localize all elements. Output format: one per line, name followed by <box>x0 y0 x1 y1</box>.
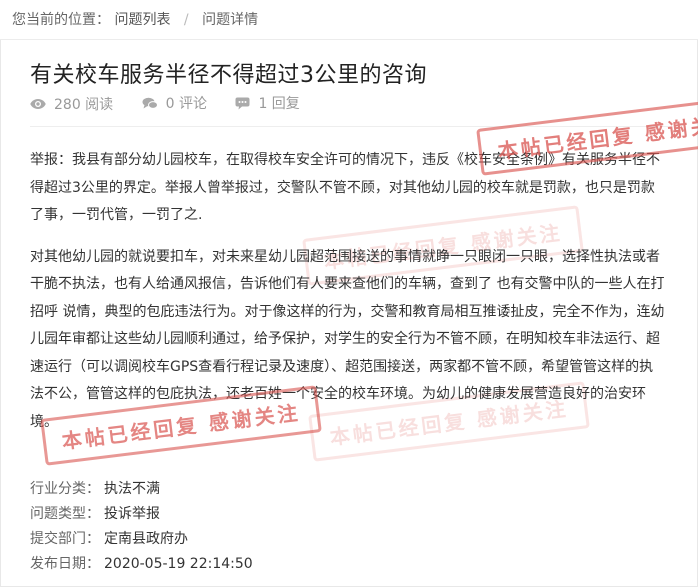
meta-label: 发布日期： <box>30 556 100 572</box>
meta-department: 提交部门： 定南县政府办 <box>30 527 253 552</box>
question-content: 举报：我县有部分幼儿园校车，在取得校车安全许可的情况下，违反《校车安全条例》有关… <box>30 147 666 436</box>
content-paragraph: 对其他幼儿园的就说要扣车，对未来星幼儿园超范围接送的事情就睁一只眼闭一只眼，选择… <box>30 248 665 430</box>
views-stat: 280 阅读 <box>30 94 113 114</box>
meta-industry: 行业分类： 执法不满 <box>30 477 253 502</box>
meta-date: 发布日期： 2020-05-19 22:14:50 <box>30 552 253 577</box>
breadcrumb-current-page: 问题详情 <box>202 12 259 28</box>
meta-label: 问题类型： <box>30 506 100 522</box>
views-count: 280 阅读 <box>54 96 114 113</box>
page-title: 有关校车服务半径不得超过3公里的咨询 <box>30 63 427 88</box>
comment-icon <box>142 97 158 109</box>
question-meta: 行业分类： 执法不满 问题类型： 投诉举报 提交部门： 定南县政府办 发布日期： 202… <box>30 477 253 577</box>
replies-stat[interactable]: 1 回复 <box>235 93 300 113</box>
meta-value: 2020-05-19 22:14:50 <box>104 556 253 572</box>
breadcrumb-location-label: 您当前的位置： <box>12 12 110 28</box>
eye-icon <box>30 98 46 109</box>
breadcrumb-separator: / <box>183 12 189 28</box>
breadcrumb: 您当前的位置： 问题列表 / 问题详情 <box>0 0 698 40</box>
breadcrumb-question-list-link[interactable]: 问题列表 <box>114 12 170 28</box>
meta-value: 执法不满 <box>104 481 160 497</box>
comments-stat[interactable]: 0 评论 <box>142 93 207 113</box>
comments-count: 0 评论 <box>165 96 207 112</box>
meta-type: 问题类型： 投诉举报 <box>30 502 253 527</box>
meta-label: 行业分类： <box>30 481 100 497</box>
meta-value: 投诉举报 <box>104 506 160 522</box>
replies-count: 1 回复 <box>258 96 300 112</box>
meta-value: 定南县政府办 <box>104 531 188 547</box>
question-stats: 280 阅读 0 评论 1 回复 <box>30 93 324 114</box>
meta-label: 提交部门： <box>30 531 100 547</box>
reply-icon <box>235 97 250 109</box>
